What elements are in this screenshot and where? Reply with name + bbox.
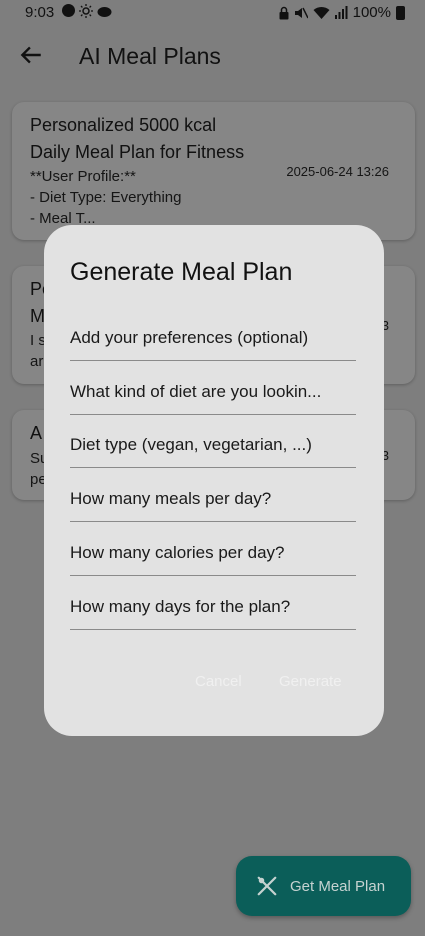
card-description: **User Profile:** - Diet Type: Everythin… (30, 168, 182, 227)
mute-icon (294, 7, 308, 18)
plan-days-field[interactable] (70, 575, 356, 630)
status-bar: 9:03 100% (0, 0, 425, 26)
dialog-title: Generate Meal Plan (70, 258, 293, 286)
diet-goal-input[interactable] (70, 382, 356, 402)
fab-label: Get Meal Plan (290, 877, 386, 895)
battery-percent: 100% (352, 4, 391, 21)
diet-goal-field[interactable] (70, 360, 356, 415)
back-arrow-icon[interactable] (18, 42, 44, 68)
diet-type-field[interactable] (70, 413, 356, 468)
card-title-line2: Daily Meal Plan for Fitness (30, 142, 245, 162)
utensils-icon (257, 876, 277, 896)
battery-icon (396, 5, 405, 20)
card-title-line1: Personalized 5000 kcal (30, 115, 217, 135)
page-title: AI Meal Plans (79, 43, 221, 69)
status-system-icons: 100% (279, 4, 405, 21)
preferences-input[interactable] (70, 328, 356, 348)
lock-icon (279, 6, 289, 19)
meal-plan-card[interactable]: Personalized 5000 kcal Daily Meal Plan f… (12, 102, 415, 240)
generate-meal-plan-dialog: Generate Meal Plan Cancel Generate (44, 225, 384, 736)
meals-per-day-field[interactable] (70, 467, 356, 522)
app-bar: AI Meal Plans (0, 26, 425, 86)
get-meal-plan-button[interactable]: Get Meal Plan (236, 856, 411, 916)
diet-type-input[interactable] (70, 435, 356, 455)
status-notification-icons (62, 4, 112, 18)
calories-per-day-field[interactable] (70, 521, 356, 576)
meals-per-day-input[interactable] (70, 489, 356, 509)
cancel-button[interactable]: Cancel (195, 673, 242, 690)
wifi-icon (313, 6, 330, 19)
plan-days-input[interactable] (70, 597, 356, 617)
card-title-line1: A (30, 423, 43, 443)
card-date: 2025-06-24 13:26 (286, 164, 389, 179)
cloud-icon (97, 7, 112, 17)
status-time: 9:03 (25, 4, 55, 21)
notification-icon (62, 4, 75, 17)
calories-per-day-input[interactable] (70, 543, 356, 563)
preferences-field[interactable] (70, 306, 356, 361)
sun-icon (79, 4, 93, 18)
generate-button[interactable]: Generate (279, 673, 342, 690)
signal-icon (334, 6, 348, 19)
card-title-line2: M (30, 306, 45, 326)
